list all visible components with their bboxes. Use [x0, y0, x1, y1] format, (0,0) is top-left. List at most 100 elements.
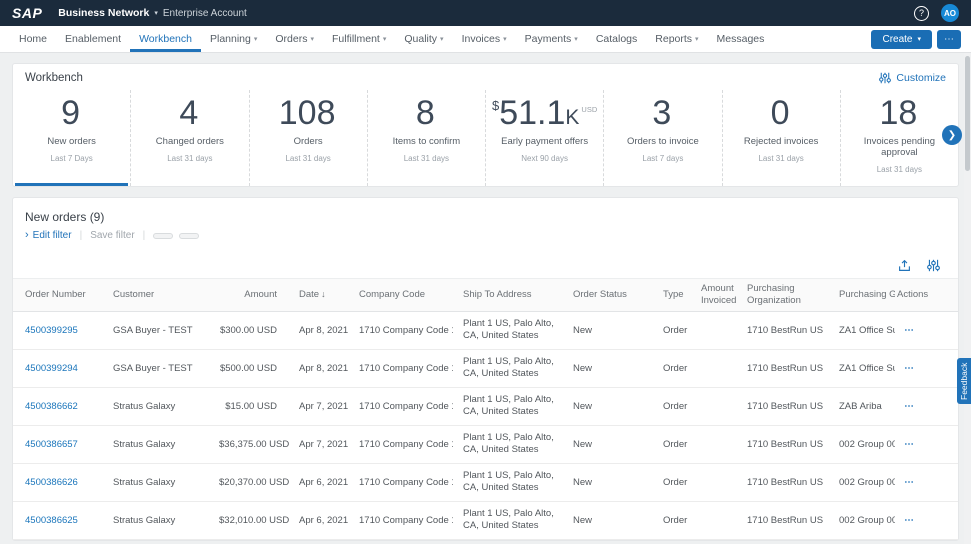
column-header[interactable]: Actions — [895, 285, 928, 305]
row-actions-button[interactable]: ⋯ — [895, 398, 928, 415]
column-header[interactable]: Purchasing Organization — [737, 279, 829, 311]
customer-cell: GSA Buyer - TEST — [103, 360, 209, 377]
edit-filter-button[interactable]: › Edit filter — [25, 230, 72, 241]
order-status-cell: New — [563, 436, 653, 453]
feedback-tab[interactable]: Feedback — [957, 358, 971, 404]
account-type-label[interactable]: Enterprise Account — [163, 8, 247, 19]
column-header[interactable]: Date↓ — [289, 285, 349, 305]
nav-item[interactable]: Quality ▾ — [395, 26, 452, 52]
nav-item[interactable]: Fulfillment ▾ — [323, 26, 395, 52]
purchasing-org-cell: 1710 BestRun US — [737, 474, 829, 491]
filter-bar: › Edit filter | Save filter | — [13, 229, 958, 251]
kpi-tile[interactable]: 18 Invoices pending approval Last 31 day… — [841, 90, 958, 186]
kpi-number: 18 — [879, 94, 917, 132]
order-number-cell[interactable]: 4500386662 — [13, 398, 103, 415]
kpi-label: Rejected invoices — [727, 136, 836, 147]
order-number-cell[interactable]: 4500386625 — [13, 512, 103, 529]
nav-item[interactable]: Orders ▾ — [266, 26, 323, 52]
tiles-next-button[interactable]: ❯ — [942, 125, 962, 145]
kpi-number: 3 — [652, 94, 671, 132]
kpi-tile[interactable]: 3 Orders to invoice Last 7 days — [604, 90, 722, 186]
column-header-label: Order Status — [573, 289, 627, 300]
chevron-right-icon: ❯ — [948, 130, 956, 141]
order-number-cell[interactable]: 4500399294 — [13, 360, 103, 377]
avatar[interactable]: AO — [941, 4, 959, 22]
column-header-label: Company Code — [359, 289, 425, 300]
more-actions-button[interactable]: ⋯ — [937, 30, 961, 49]
order-number-cell[interactable]: 4500399295 — [13, 322, 103, 339]
column-header[interactable]: Company Code — [349, 285, 453, 305]
nav-item[interactable]: Catalogs — [587, 26, 646, 52]
kpi-tiles-wrap: 9 New orders Last 7 Days 4 Changed order… — [13, 88, 958, 186]
row-actions-button[interactable]: ⋯ — [895, 322, 928, 339]
kpi-number: 9 — [61, 94, 80, 132]
kpi-tile[interactable]: 4 Changed orders Last 31 days — [131, 90, 249, 186]
table-row: 4500386625Stratus Galaxy$32,010.00 USDAp… — [13, 502, 958, 540]
top-bar: SAP Business Network ▾ Enterprise Accoun… — [0, 0, 971, 26]
kpi-tile[interactable]: 8 Items to confirm Last 31 days — [368, 90, 486, 186]
kpi-value: 3 — [608, 94, 717, 133]
column-header[interactable]: Type — [653, 285, 691, 305]
table-body: 4500399295GSA Buyer - TEST$300.00 USDApr… — [13, 312, 958, 540]
amount-cell: $36,375.00 USD — [209, 436, 289, 453]
nav-item[interactable]: Payments ▾ — [516, 26, 587, 52]
sap-logo[interactable]: SAP — [12, 5, 42, 21]
type-cell: Order — [653, 512, 691, 529]
order-number-cell[interactable]: 4500386626 — [13, 474, 103, 491]
nav-item[interactable]: Enablement — [56, 26, 130, 52]
kpi-value: $51.1KUSD — [490, 94, 599, 133]
nav-item[interactable]: Reports ▾ — [646, 26, 707, 52]
order-number-cell[interactable]: 4500386657 — [13, 436, 103, 453]
customize-button[interactable]: Customize — [879, 72, 946, 84]
kpi-number: 8 — [416, 94, 435, 132]
column-header-label: Date — [299, 289, 319, 300]
kpi-number: 51.1 — [499, 94, 565, 132]
column-header[interactable]: Purchasing Group — [829, 285, 895, 305]
kpi-tile[interactable]: 9 New orders Last 7 Days — [13, 90, 131, 186]
ship-to-cell: Plant 1 US, Palo Alto, CA, United States — [453, 391, 563, 423]
nav-item[interactable]: Messages — [708, 26, 774, 52]
column-header[interactable]: Customer — [103, 285, 209, 305]
purchasing-group-cell: 002 Group 002 — [829, 436, 895, 453]
kpi-period: Last 31 days — [135, 154, 244, 163]
column-header[interactable]: Amount Invoiced — [691, 279, 737, 311]
main-nav: Home Enablement Workbench Planning ▾ Ord… — [0, 26, 971, 53]
row-actions-button[interactable]: ⋯ — [895, 512, 928, 529]
chevron-down-icon[interactable]: ▾ — [154, 9, 158, 17]
kpi-tile[interactable]: $51.1KUSD Early payment offers Next 90 d… — [486, 90, 604, 186]
kpi-tile[interactable]: 108 Orders Last 31 days — [250, 90, 368, 186]
row-actions-button[interactable]: ⋯ — [895, 360, 928, 377]
column-header[interactable]: Order Number — [13, 285, 103, 305]
company-code-cell: 1710 Company Code 1710 — [349, 398, 453, 415]
row-actions-button[interactable]: ⋯ — [895, 474, 928, 491]
kpi-tile[interactable]: 0 Rejected invoices Last 31 days — [723, 90, 841, 186]
scrollbar-thumb[interactable] — [965, 56, 970, 171]
nav-item[interactable]: Invoices ▾ — [453, 26, 516, 52]
row-actions-button[interactable]: ⋯ — [895, 436, 928, 453]
column-header[interactable]: Amount — [209, 285, 289, 305]
kpi-value: 4 — [135, 94, 244, 133]
date-cell: Apr 6, 2021 — [289, 474, 349, 491]
nav-item[interactable]: Workbench — [130, 26, 201, 52]
table-row: 4500399295GSA Buyer - TEST$300.00 USDApr… — [13, 312, 958, 350]
page-scrollbar[interactable] — [964, 53, 971, 544]
kpi-currency: USD — [581, 105, 597, 114]
chevron-down-icon: ▾ — [383, 35, 387, 43]
table-settings-icon[interactable] — [927, 259, 940, 272]
export-icon[interactable] — [898, 259, 911, 272]
chevron-down-icon: ▾ — [574, 35, 578, 43]
save-filter-button[interactable]: Save filter — [90, 230, 134, 241]
nav-item[interactable]: Home — [10, 26, 56, 52]
purchasing-org-cell: 1710 BestRun US — [737, 398, 829, 415]
customer-cell: Stratus Galaxy — [103, 398, 209, 415]
nav-item[interactable]: Planning ▾ — [201, 26, 266, 52]
kpi-value: 9 — [17, 94, 126, 133]
create-button[interactable]: Create ▾ — [871, 30, 932, 49]
customer-cell: Stratus Galaxy — [103, 436, 209, 453]
divider: | — [80, 230, 83, 241]
column-header[interactable]: Order Status — [563, 285, 653, 305]
filter-pill[interactable] — [153, 233, 173, 239]
column-header[interactable]: Ship To Address — [453, 285, 563, 305]
filter-pill[interactable] — [179, 233, 199, 239]
help-icon[interactable]: ? — [914, 6, 929, 21]
